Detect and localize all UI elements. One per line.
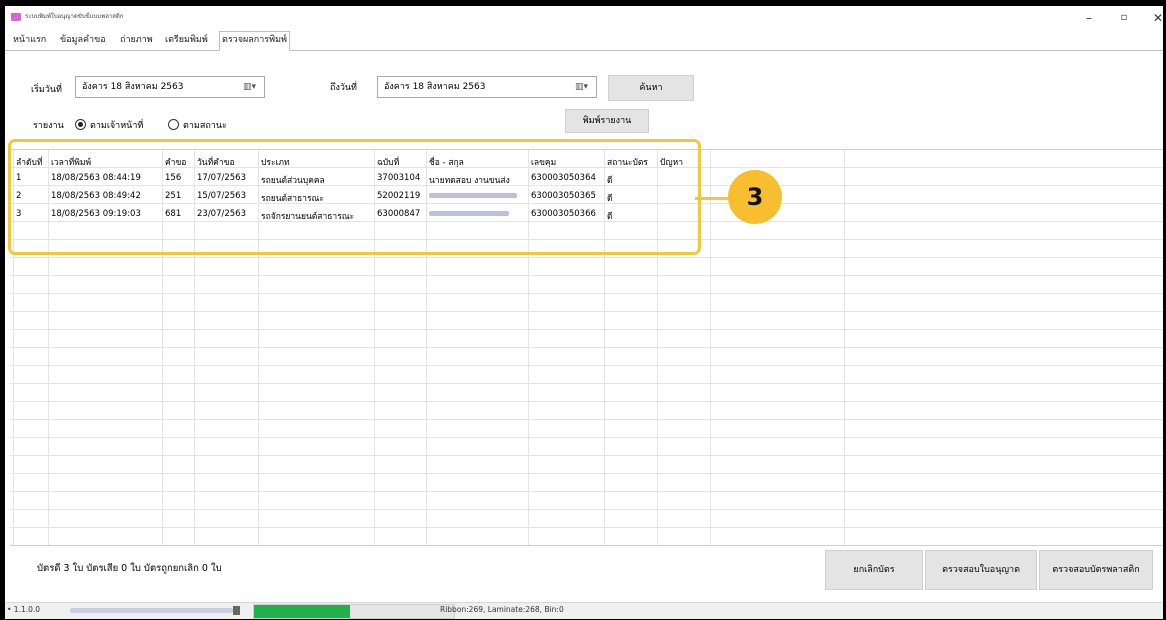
redacted-officer-text [70, 608, 233, 613]
end-date-picker[interactable]: อังคาร 18 สิงหาคม 2563 ▥▾ [377, 76, 597, 98]
status-bar: • 1.1.0.0 Ribbon:269, Laminate:268, Bin:… [5, 602, 1163, 619]
tab-photo[interactable]: ถ่ายภาพ [118, 32, 155, 49]
calendar-icon[interactable]: ▥▾ [575, 77, 588, 97]
print-progress-bar [253, 604, 455, 619]
start-date-value: อังคาร 18 สิงหาคม 2563 [82, 82, 184, 92]
tab-check-print-results[interactable]: ตรวจผลการพิมพ์ [219, 31, 290, 51]
maximize-button[interactable]: ▫ [1107, 8, 1141, 28]
close-button[interactable]: ✕ [1141, 8, 1166, 28]
radio-by-status-label[interactable]: ตามสถานะ [183, 118, 227, 132]
radio-by-status[interactable] [168, 119, 179, 130]
app-window: ระบบพิมพ์ใบอนุญาตขับขี่แบบพลาสติก – ▫ ✕ … [5, 6, 1163, 619]
check-plastic-card-button[interactable]: ตรวจสอบบัตรพลาสติก [1039, 550, 1153, 590]
calendar-icon[interactable]: ▥▾ [243, 77, 256, 97]
minimize-button[interactable]: – [1072, 8, 1106, 28]
printer-icon [233, 606, 240, 615]
search-button[interactable]: ค้นหา [608, 75, 694, 101]
annotation-badge: 3 [728, 170, 782, 224]
grid-column-line [710, 150, 711, 545]
end-date-label: ถึงวันที่ [330, 83, 357, 93]
check-license-button[interactable]: ตรวจสอบใบอนุญาต [925, 550, 1037, 590]
window-title: ระบบพิมพ์ใบอนุญาตขับขี่แบบพลาสติก [25, 13, 124, 20]
radio-by-officer-label[interactable]: ตามเจ้าหน้าที่ [90, 118, 143, 132]
app-icon [11, 13, 21, 21]
annotation-connector [695, 197, 729, 200]
tab-bar: หน้าแรก ข้อมูลคำขอ ถ่ายภาพ เตรียมพิมพ์ ต… [5, 31, 1163, 51]
cancel-card-button[interactable]: ยกเลิกบัตร [825, 550, 923, 590]
consumables-counter: Ribbon:269, Laminate:268, Bin:0 [440, 605, 564, 614]
highlight-box [8, 139, 701, 255]
end-date-value: อังคาร 18 สิงหาคม 2563 [384, 82, 486, 92]
report-label: รายงาน [33, 121, 64, 131]
start-date-picker[interactable]: อังคาร 18 สิงหาคม 2563 ▥▾ [75, 76, 265, 98]
radio-by-officer[interactable] [75, 119, 86, 130]
progress-fill [254, 605, 350, 618]
title-bar: ระบบพิมพ์ใบอนุญาตขับขี่แบบพลาสติก – ▫ ✕ [5, 6, 1163, 30]
start-date-label: เริ่มวันที่ [31, 85, 62, 95]
tab-request-info[interactable]: ข้อมูลคำขอ [58, 32, 108, 49]
tab-home[interactable]: หน้าแรก [11, 32, 48, 49]
tab-prepare-print[interactable]: เตรียมพิมพ์ [163, 32, 210, 49]
grid-column-line [844, 150, 845, 545]
summary-text: บัตรดี 3 ใบ บัตรเสีย 0 ใบ บัตรถูกยกเลิก … [37, 563, 222, 574]
print-report-button[interactable]: พิมพ์รายงาน [565, 109, 649, 133]
version-text: • 1.1.0.0 [7, 605, 41, 614]
